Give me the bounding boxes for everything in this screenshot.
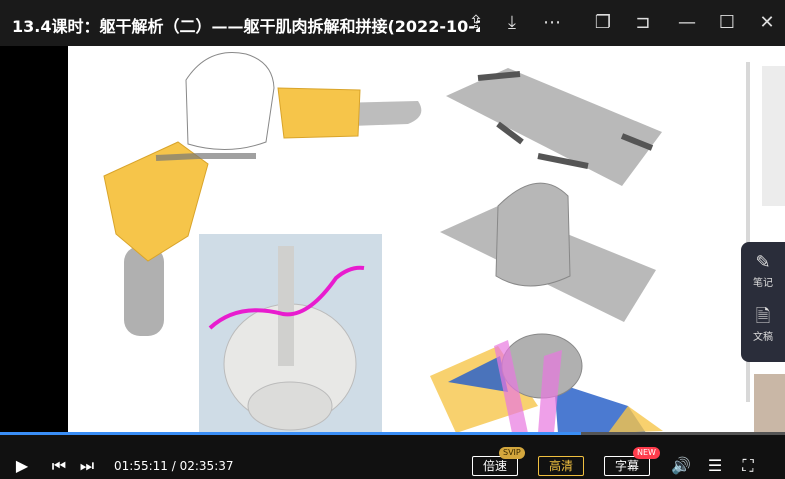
quality-label: 高清 (548, 459, 573, 473)
side-panel: ✎ 笔记 🗎 文稿 (741, 242, 785, 362)
notes-icon: ✎ (755, 252, 771, 273)
anatomy-illustration (103, 52, 785, 433)
next-icon[interactable]: ⏭ (76, 456, 98, 476)
video-frame[interactable]: ✎ 笔记 🗎 文稿 (0, 46, 785, 433)
volume-icon[interactable]: 🔊 (670, 456, 692, 476)
current-time: 01:55:11 (114, 459, 168, 473)
speed-label: 倍速 (482, 459, 507, 473)
notes-button[interactable]: ✎ 笔记 (741, 252, 785, 289)
video-title: 13.4课时：躯干解析（二）——躯干肌肉拆解和拼接(2022-10-2 (12, 17, 480, 36)
notes-label: 笔记 (753, 278, 773, 289)
previous-icon[interactable]: ⏮ (48, 456, 70, 476)
close-icon[interactable]: ✕ (755, 12, 779, 34)
minimize-icon[interactable]: — (675, 12, 699, 34)
svip-badge: SVIP (499, 447, 525, 459)
maximize-icon[interactable]: ☐ (715, 12, 739, 34)
time-separator: / (171, 459, 176, 473)
quality-button[interactable]: 高清 (538, 456, 584, 476)
slide-canvas (68, 46, 785, 433)
playlist-icon[interactable]: ☰ (704, 456, 726, 476)
subtitle-label: 字幕 (614, 459, 639, 473)
download-icon[interactable]: ⤓ (500, 12, 524, 34)
share-icon[interactable]: ⇪ (464, 12, 488, 34)
more-icon[interactable]: ⋯ (540, 12, 564, 34)
transcript-button[interactable]: 🗎 文稿 (741, 306, 785, 343)
speed-button[interactable]: 倍速 SVIP (472, 447, 525, 476)
player-controls: ▶ ⏮ ⏭ 01:55:11 / 02:35:37 倍速 SVIP 高清 字幕 … (0, 435, 785, 479)
play-icon[interactable]: ▶ (12, 456, 32, 476)
fullscreen-icon[interactable]: ⛶ (737, 456, 759, 476)
title-bar: 13.4课时：躯干解析（二）——躯干肌肉拆解和拼接(2022-10-2 ⇪ ⤓ … (0, 0, 785, 46)
playback-time: 01:55:11 / 02:35:37 (114, 459, 234, 473)
pip-icon[interactable]: ❐ (591, 12, 615, 34)
transcript-label: 文稿 (753, 332, 773, 343)
pin-icon[interactable]: ⊐ (631, 12, 655, 34)
subtitle-button[interactable]: 字幕 NEW (604, 447, 660, 476)
total-time: 02:35:37 (179, 459, 234, 473)
new-badge: NEW (633, 447, 660, 459)
transcript-icon: 🗎 (755, 306, 771, 327)
